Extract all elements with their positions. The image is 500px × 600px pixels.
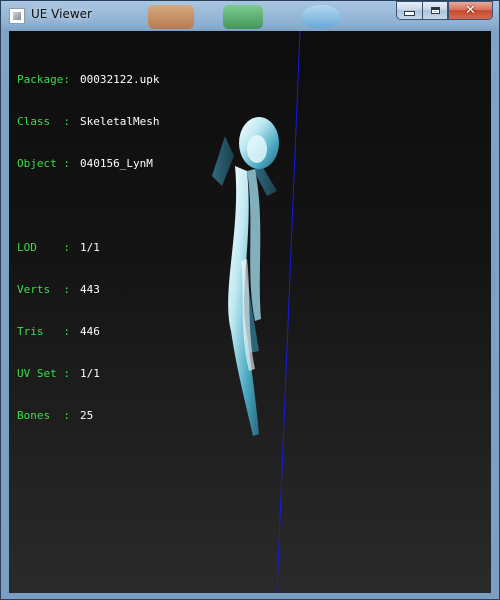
axis-line	[276, 31, 301, 593]
info-value: 443	[80, 283, 100, 296]
info-row-verts: Verts : 443	[17, 283, 159, 297]
info-row-lod: LOD : 1/1	[17, 241, 159, 255]
background-desktop-icon	[301, 5, 341, 29]
close-button[interactable]: ✕	[448, 1, 493, 20]
close-icon: ✕	[465, 3, 476, 18]
info-row-uvset: UV Set : 1/1	[17, 367, 159, 381]
mesh-info-panel: Package: 00032122.upk Class : SkeletalMesh…	[17, 45, 159, 451]
info-label: Class :	[17, 115, 70, 128]
info-row-class: Class : SkeletalMesh	[17, 115, 159, 129]
3d-viewport[interactable]: Package: 00032122.upk Class : SkeletalMesh…	[9, 31, 491, 593]
minimize-button[interactable]	[396, 1, 422, 20]
app-window: UE Viewer ✕ Package: 00032122.upk Class …	[0, 0, 500, 600]
info-value: 00032122.upk	[80, 73, 160, 86]
mesh-part	[247, 135, 267, 163]
window-title: UE Viewer	[31, 7, 92, 21]
info-label: Object :	[17, 157, 70, 170]
maximize-icon	[430, 7, 440, 14]
info-row-tris: Tris : 446	[17, 325, 159, 339]
window-controls: ✕	[396, 1, 493, 21]
maximize-button[interactable]	[422, 1, 448, 20]
info-label: LOD :	[17, 241, 70, 254]
info-row-object: Object : 040156_LynM	[17, 157, 159, 171]
title-bar[interactable]: UE Viewer ✕	[1, 1, 499, 31]
background-desktop-icon	[223, 5, 263, 29]
info-value: 040156_LynM	[80, 157, 153, 170]
info-label: Bones :	[17, 409, 70, 422]
info-row-bones: Bones : 25	[17, 409, 159, 423]
mesh-part	[212, 136, 234, 186]
info-label: UV Set :	[17, 367, 70, 380]
info-value: 1/1	[80, 367, 100, 380]
info-value: 25	[80, 409, 94, 422]
info-row-package: Package: 00032122.upk	[17, 73, 159, 87]
info-value: SkeletalMesh	[80, 115, 160, 128]
info-value: 1/1	[80, 241, 100, 254]
info-label: Tris :	[17, 325, 70, 338]
info-label: Verts :	[17, 283, 70, 296]
info-label: Package:	[17, 73, 70, 86]
info-value: 446	[80, 325, 100, 338]
background-desktop-icon	[148, 5, 194, 29]
minimize-icon	[404, 11, 415, 16]
window-icon[interactable]	[9, 8, 25, 24]
